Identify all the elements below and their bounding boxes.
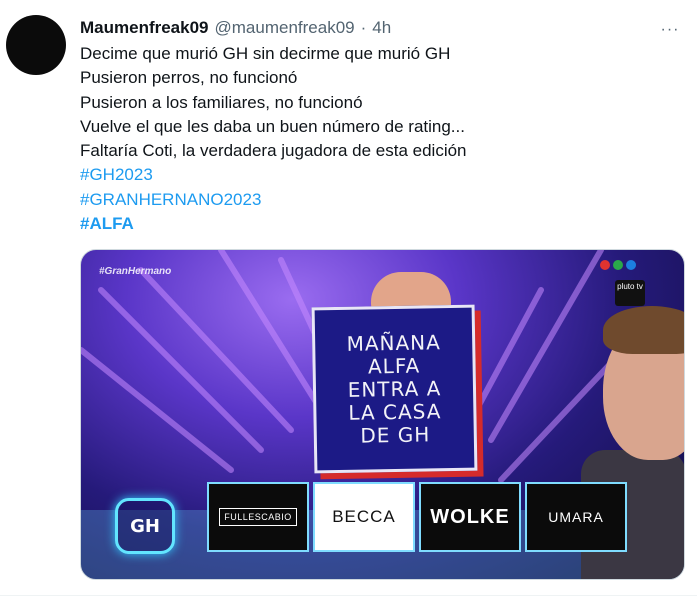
tweet-text-line: Vuelve el que les daba un buen número de… (80, 116, 465, 136)
announcement-sign: MAÑANA ALFA ENTRA A LA CASA DE GH (311, 304, 478, 474)
tweet-text-line: Pusieron perros, no funcionó (80, 68, 298, 88)
sign-line: MAÑANA (346, 329, 442, 356)
show-hashtag-overlay: #GranHermano (99, 266, 172, 277)
sign-line: ENTRA A (347, 375, 442, 402)
timestamp[interactable]: 4h (372, 18, 391, 38)
network-dot (600, 260, 610, 270)
gh-logo: GH (115, 498, 175, 554)
hashtag-link[interactable]: #GRANHERNANO2023 (80, 188, 680, 212)
tweet-media-image[interactable]: #GranHermano pluto tv MAÑANA ALFA ENTRA … (80, 249, 685, 580)
tweet-text-line: Decime que murió GH sin decirme que muri… (80, 44, 451, 63)
tweet-text-line: Faltaría Coti, la verdadera jugadora de … (80, 141, 467, 161)
network-dot (626, 260, 636, 270)
sponsor-logo: FULLESCABIO (207, 482, 309, 552)
user-handle[interactable]: @maumenfreak09 (215, 18, 355, 38)
network-dot (613, 260, 623, 270)
hashtag-link[interactable]: #GH2023 (80, 163, 680, 187)
tweet-card[interactable]: Maumenfreak09 @maumenfreak09 · 4h ··· De… (0, 0, 697, 596)
tweet-text-line: Pusieron a los familiares, no funcionó (80, 92, 363, 112)
display-name[interactable]: Maumenfreak09 (80, 18, 209, 38)
tweet-header: Maumenfreak09 @maumenfreak09 · 4h (80, 16, 391, 40)
sponsor-bar: FULLESCABIO BECCA WOLKE UMARA (207, 482, 627, 552)
more-options-icon[interactable]: ··· (657, 20, 683, 40)
network-logo (600, 260, 636, 270)
sponsor-logo: UMARA (525, 482, 627, 552)
hashtag-link[interactable]: #ALFA (80, 212, 680, 236)
sponsor-logo: BECCA (313, 482, 415, 552)
avatar[interactable] (6, 15, 66, 75)
separator-dot: · (360, 18, 367, 37)
tweet-text: Decime que murió GH sin decirme que muri… (80, 42, 680, 236)
sponsor-logo: WOLKE (419, 482, 521, 552)
sign-line: DE GH (360, 421, 431, 448)
pluto-tv-logo: pluto tv (615, 280, 645, 306)
sign-line: ALFA (367, 353, 421, 378)
host-figure-hair (603, 306, 684, 354)
sign-line: LA CASA (348, 398, 442, 425)
